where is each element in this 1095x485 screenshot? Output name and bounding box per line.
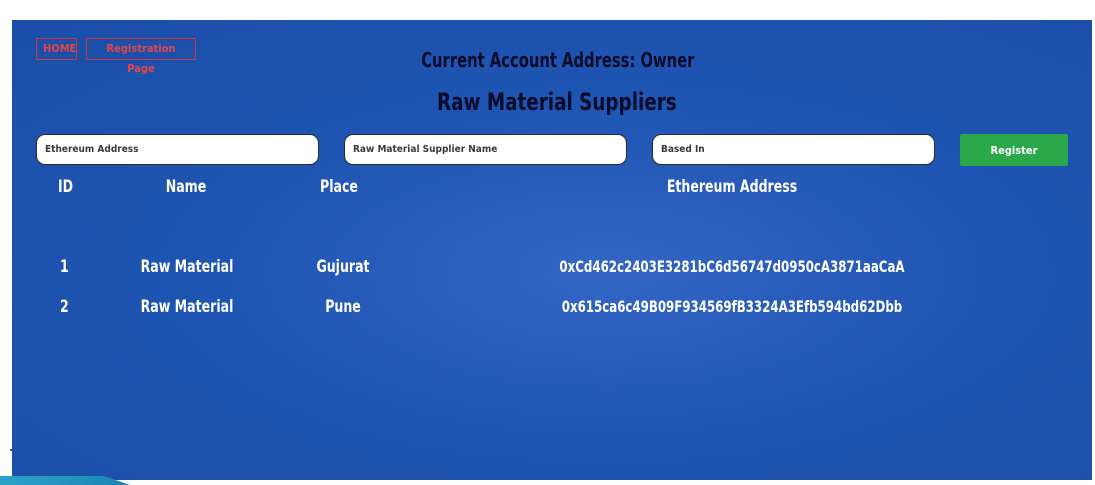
page-title: Raw Material Suppliers — [437, 88, 677, 116]
row-place: Pune — [325, 297, 361, 317]
table-header-row: ID Name Place Ethereum Address — [12, 175, 1092, 215]
row-ethereum-address: 0x615ca6c49B09F934569fB3324A3Efb594bd62D… — [561, 297, 903, 316]
divider-mark — [10, 449, 12, 451]
table-row: 2 Raw Material Pune 0x615ca6c49B09F93456… — [12, 255, 1092, 317]
suppliers-table: ID Name Place Ethereum Address 1 Raw Mat… — [12, 175, 1092, 317]
row-name: Raw Material — [140, 297, 234, 317]
row-id: 2 — [60, 297, 69, 317]
current-account-address: Current Account Address: Owner — [421, 48, 695, 72]
based-in-input[interactable] — [652, 134, 935, 165]
home-button[interactable]: HOME — [36, 38, 77, 60]
app-frame: HOME Registration Page Current Account A… — [12, 20, 1092, 480]
header-name: Name — [165, 177, 207, 197]
ethereum-address-input[interactable] — [36, 134, 319, 165]
register-button[interactable]: Register — [960, 134, 1068, 166]
header-id: ID — [58, 177, 74, 197]
header-place: Place — [320, 177, 358, 197]
table-row: 1 Raw Material Gujurat 0xCd462c2403E3281… — [12, 215, 1092, 277]
supplier-name-input[interactable] — [344, 134, 627, 165]
header-ethereum-address: Ethereum Address — [666, 177, 798, 197]
